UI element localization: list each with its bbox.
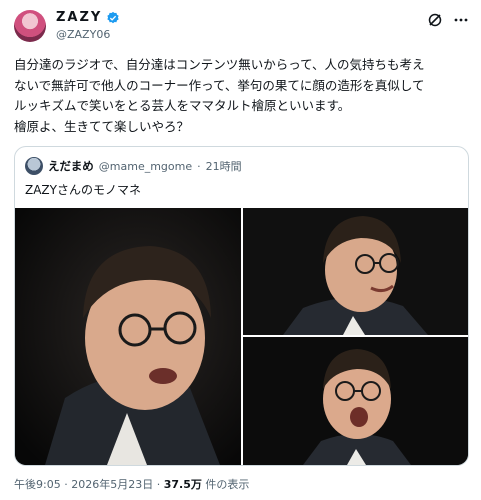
author-handle[interactable]: @ZAZY06 [56,28,110,41]
quoted-author-handle[interactable]: @mame_mgome [99,160,192,173]
post-date[interactable]: 2026年5月23日 [71,478,153,491]
post-time[interactable]: 午後9:05 [14,478,61,491]
quoted-post-text: ZAZYさんのモノマネ [25,183,141,197]
post-text-line: 自分達のラジオで、自分達はコンテンツ無いからって、人の気持ちも考え [14,57,425,72]
quoted-post-header: えだまめ @mame_mgome · 21時間 [25,157,242,175]
author-avatar[interactable] [14,10,46,42]
post-text: 自分達のラジオで、自分達はコンテンツ無いからって、人の気持ちも考え ないで無許可… [14,55,470,137]
quoted-media-grid [15,208,468,465]
verified-badge-icon [107,11,119,23]
post-text-line: ルッキズムで笑いをとる芸人をママタルト檜原といいます。 [14,98,351,113]
quoted-timestamp[interactable]: 21時間 [206,158,242,174]
meta-separator: · [64,478,68,491]
post-text-line: ないで無許可で他人のコーナー作って、挙句の果てに顔の造形を真似して [14,77,425,93]
views-count: 37.5万 [163,478,202,491]
media-photo-2[interactable] [243,208,468,335]
more-options-icon[interactable] [453,12,469,28]
header-actions [427,12,469,28]
quoted-post[interactable]: えだまめ @mame_mgome · 21時間 ZAZYさんのモノマネ [14,146,469,466]
quoted-author-avatar[interactable] [25,157,43,175]
post-meta: 午後9:05 · 2026年5月23日 · 37.5万 件の表示 [14,476,249,492]
media-photo-1[interactable] [15,208,241,465]
grok-icon[interactable] [427,12,443,28]
meta-separator: · [156,478,161,491]
post: ZAZY @ZAZY06 自分達のラジオで、自分達はコンテンツ無いからって、人の… [0,0,481,500]
post-text-line: 檜原よ、生きてて楽しいやろ？ [14,118,190,134]
author-display-name[interactable]: ZAZY [56,10,102,25]
quoted-author-name[interactable]: えだまめ [48,158,94,174]
author-name-row: ZAZY [56,10,120,25]
quoted-separator: · [197,159,201,173]
media-photo-3[interactable] [243,337,468,465]
views-label: 件の表示 [205,478,250,491]
